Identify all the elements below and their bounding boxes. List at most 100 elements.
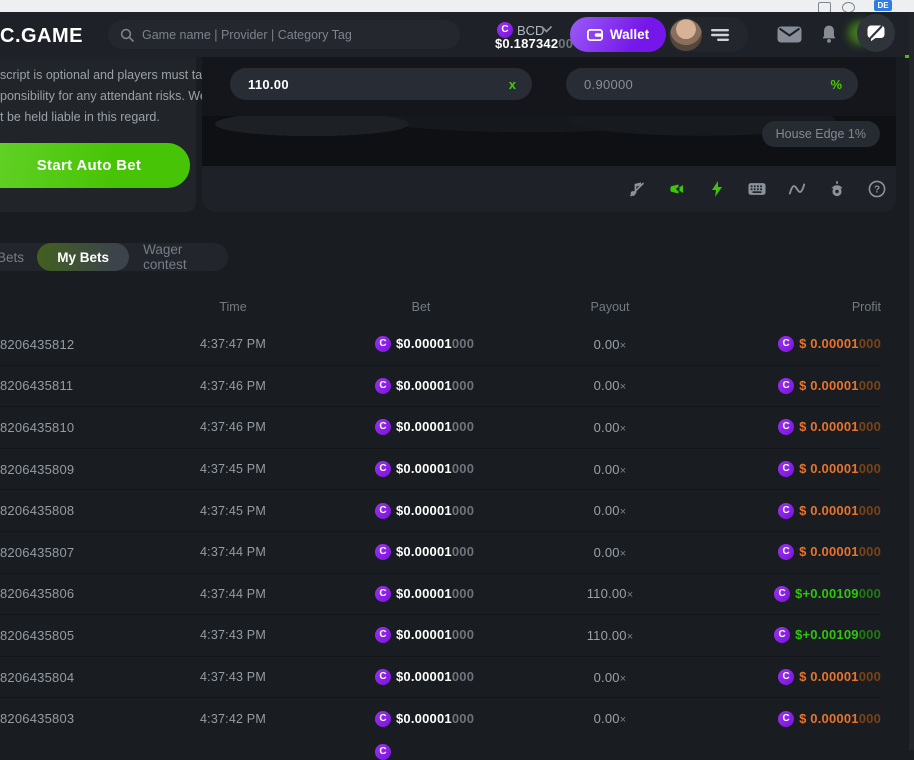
bet-amount-cell: C $0.00001000 [356, 710, 486, 728]
bcd-coin-icon: C [778, 544, 794, 560]
bet-id-cell: 8206435809 [0, 462, 110, 477]
game-inputs-row: 110.00 x 0.90000 % [202, 57, 896, 116]
bcd-coin-icon: C [778, 461, 794, 477]
search-input[interactable]: Game name | Provider | Category Tag [108, 20, 460, 49]
bcd-coin-icon: C [778, 503, 794, 519]
bcd-coin-icon: C [375, 544, 391, 560]
search-placeholder: Game name | Provider | Category Tag [142, 28, 352, 42]
bet-amount-cell: C $0.00001000 [356, 543, 486, 561]
live-stats-icon[interactable] [788, 180, 806, 198]
scrollbar[interactable] [909, 12, 914, 750]
bcd-coin-icon: C [375, 378, 391, 394]
bet-row[interactable]: 8206435806 4:37:44 PM C $0.00001000 110.… [0, 573, 881, 615]
bcd-coin-icon: C [375, 461, 391, 477]
payout-cell: 110.00× [486, 628, 734, 643]
hotkeys-keyboard-icon[interactable] [748, 180, 766, 198]
payout-cell: 0.00× [486, 462, 734, 477]
bet-time-cell: 4:37:42 PM [110, 712, 356, 726]
multiplier-symbol: × [620, 714, 627, 726]
notifications-bell-icon[interactable] [820, 24, 838, 44]
bet-amount-cell: C $0.00001000 [356, 626, 486, 644]
win-chance-percent-unit: % [830, 77, 842, 92]
tab-my-bets[interactable]: My Bets [37, 243, 129, 271]
col-header-payout: Payout [486, 300, 734, 314]
win-chance-value: 0.90000 [584, 77, 633, 92]
bet-row[interactable]: 8206435811 4:37:46 PM C $0.00001000 0.00… [0, 365, 881, 407]
bet-row[interactable]: 8206435807 4:37:44 PM C $0.00001000 0.00… [0, 531, 881, 573]
col-header-profit: Profit [734, 300, 881, 314]
avatar[interactable] [670, 19, 702, 51]
browser-chrome-strip: DE [0, 0, 914, 12]
bet-id-cell: 8206435807 [0, 545, 110, 560]
game-panel: 110.00 x 0.90000 % House Edge 1% ? [202, 57, 896, 212]
help-icon[interactable]: ? [868, 180, 886, 198]
bet-time-cell: 4:37:44 PM [110, 545, 356, 559]
user-menu[interactable] [668, 17, 748, 52]
payout-cell: 0.00× [486, 711, 734, 726]
bet-id-cell: 8206435806 [0, 586, 110, 601]
multiplier-symbol: × [620, 423, 627, 435]
profit-cell: C $+0.00109000 [734, 626, 881, 644]
bet-amount-cell: C $0.00001000 [356, 460, 486, 478]
profit-cell: C $ 0.00001000 [734, 710, 881, 728]
wallet-button[interactable]: Wallet [570, 17, 666, 52]
bet-row[interactable]: 8206435804 4:37:43 PM C $0.00001000 0.00… [0, 656, 881, 698]
bcd-coin-icon: C [774, 627, 790, 643]
bet-time-cell: 4:37:46 PM [110, 420, 356, 434]
hamburger-menu-icon[interactable] [710, 28, 730, 42]
music-off-icon[interactable] [628, 180, 646, 198]
bet-row[interactable]: 8206435805 4:37:43 PM C $0.00001000 110.… [0, 614, 881, 656]
bet-row[interactable]: 8206435809 4:37:45 PM C $0.00001000 0.00… [0, 448, 881, 490]
bet-row[interactable]: 8206435810 4:37:46 PM C $0.00001000 0.00… [0, 406, 881, 448]
payout-input[interactable]: 110.00 x [230, 68, 532, 100]
bet-row[interactable]: 8206435803 4:37:42 PM C $0.00001000 0.00… [0, 697, 881, 739]
profit-cell: C $ 0.00001000 [734, 460, 881, 478]
bet-id-cell: 8206435804 [0, 670, 110, 685]
chevron-down-icon[interactable] [541, 26, 552, 33]
bcd-coin-icon: C [778, 419, 794, 435]
bet-row[interactable]: 8206435808 4:37:45 PM C $0.00001000 0.00… [0, 489, 881, 531]
bet-id-cell: 8206435810 [0, 420, 110, 435]
house-edge-badge: House Edge 1% [762, 121, 880, 147]
profit-cell: C $ 0.00001000 [734, 543, 881, 561]
payout-multiplier-unit: x [509, 77, 516, 92]
bet-time-cell: 4:37:43 PM [110, 628, 356, 642]
wallet-button-label: Wallet [610, 27, 649, 42]
col-header-bet: Bet [356, 300, 486, 314]
turbo-bolt-icon[interactable] [708, 180, 726, 198]
bcd-coin-icon: C [778, 336, 794, 352]
start-auto-bet-button[interactable]: Start Auto Bet [0, 143, 190, 188]
bcd-coin-icon: C [778, 711, 794, 727]
wallet-balance[interactable]: $0.18734200 [495, 36, 573, 51]
bet-amount-cell: C $0.00001000 [356, 668, 486, 686]
payout-cell: 0.00× [486, 420, 734, 435]
fairness-seed-icon[interactable] [828, 180, 846, 198]
bet-id-cell: 8206435812 [0, 337, 110, 352]
bets-tabs: Bets My Bets Wager contest [0, 243, 228, 271]
profit-cell: C $ 0.00001000 [734, 668, 881, 686]
bet-amount-cell: C $0.00001000 [356, 418, 486, 436]
profit-cell: C $ 0.00001000 [734, 335, 881, 353]
messages-icon[interactable] [777, 26, 802, 43]
bet-amount-cell: C $0.00001000 [356, 335, 486, 353]
game-toolbar: ? [202, 166, 896, 212]
bet-row[interactable]: 8206435812 4:37:47 PM C $0.00001000 0.00… [0, 324, 881, 365]
bcd-coin-icon: C [375, 711, 391, 727]
win-chance-input[interactable]: 0.90000 % [566, 68, 858, 100]
sound-icon[interactable] [668, 180, 686, 198]
profit-cell: C $+0.00109000 [734, 585, 881, 603]
payout-cell: 0.00× [486, 378, 734, 393]
bet-amount-cell: C $0.00001000 [356, 502, 486, 520]
tab-all-bets[interactable]: Bets [0, 250, 24, 265]
site-logo[interactable]: C.GAME [0, 25, 83, 48]
tab-wager-contest[interactable]: Wager contest [143, 242, 228, 272]
bet-id-cell: 8206435803 [0, 711, 110, 726]
bet-time-cell: 4:37:47 PM [110, 337, 356, 351]
my-bets-table: Time Bet Payout Profit 8206435812 4:37:4… [0, 290, 881, 739]
translate-extension-badge[interactable]: DE [874, 0, 892, 11]
chat-toggle-button[interactable] [857, 14, 895, 52]
bet-time-cell: 4:37:44 PM [110, 587, 356, 601]
bcd-coin-icon: C [375, 586, 391, 602]
bet-time-cell: 4:37:45 PM [110, 504, 356, 518]
multiplier-symbol: × [627, 589, 634, 601]
